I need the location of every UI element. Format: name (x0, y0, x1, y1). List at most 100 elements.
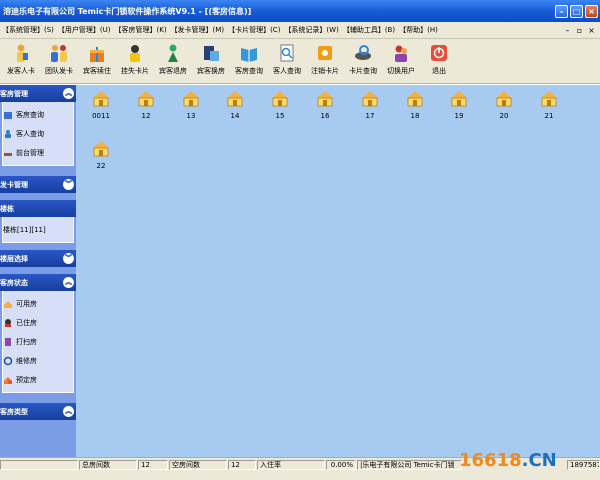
menu-help[interactable]: 【帮助】(H) (397, 25, 440, 35)
chevron-up-icon[interactable]: ︽ (63, 277, 74, 288)
left-panel: 客房管理 ︽ 客房查询 客人查询 前台管理 发卡管理 ︾ 楼栋 楼栋[11][1… (0, 85, 76, 457)
change-room-button[interactable]: 宾客换房 (192, 39, 230, 83)
close-button[interactable]: × (585, 4, 598, 18)
card-query-button[interactable]: 卡片查询 (344, 39, 382, 83)
room-number: 17 (365, 112, 375, 120)
window-title: 溶迪乐电子有限公司 Temic卡门锁软件操作系统V9.1 - [(客房信息)] (3, 6, 252, 16)
mdi-close-button[interactable]: × (587, 26, 596, 35)
change-room-icon (201, 43, 221, 63)
room-tile[interactable]: 14 (218, 88, 252, 128)
occupancy-label: 入住率 (257, 460, 325, 470)
sidebar-item-occupied[interactable]: 已住房 (3, 313, 73, 332)
room-status-section: 客房状态 ︽ 可用房 已住房 打扫房 维修房 预定房 (0, 274, 76, 393)
minimize-button[interactable]: – (555, 4, 568, 18)
room-manage-section: 客房管理 ︽ 客房查询 客人查询 前台管理 (0, 85, 76, 166)
sidebar-item-available[interactable]: 可用房 (3, 294, 73, 313)
reserved-room-icon (4, 376, 12, 384)
room-query-button[interactable]: 客房查询 (230, 39, 268, 83)
available-room-icon (541, 91, 557, 107)
sidebar-item-front-desk[interactable]: 前台管理 (3, 143, 73, 162)
repair-room-icon (3, 356, 13, 365)
switch-user-icon (391, 43, 411, 63)
cancel-card-button[interactable]: 注销卡片 (306, 39, 344, 83)
room-number: 18 (410, 112, 420, 120)
room-manage-header[interactable]: 客房管理 ︽ (0, 85, 76, 102)
sidebar-item-building[interactable]: 楼栋[11][11] (3, 220, 73, 239)
room-tile[interactable]: 12 (129, 88, 163, 128)
cleaning-room-icon (5, 337, 11, 346)
room-number: 0011 (92, 112, 110, 120)
exit-icon (429, 43, 449, 63)
report-lost-button[interactable]: 挂失卡片 (116, 39, 154, 83)
watermark-logo: 16618.CN (459, 450, 557, 471)
guest-query-button[interactable]: 客人查询 (268, 39, 306, 83)
available-room-icon (362, 91, 378, 107)
room-query-icon (4, 111, 12, 119)
menu-room[interactable]: 【客房管理】(K) (113, 25, 169, 35)
room-number: 20 (499, 112, 509, 120)
chevron-up-icon[interactable]: ︽ (63, 88, 74, 99)
sidebar-item-guest-query[interactable]: 客人查询 (3, 124, 73, 143)
card-manage-section: 发卡管理 ︾ (0, 176, 76, 193)
checkout-icon (163, 43, 183, 63)
toolbar: 发客人卡 团队发卡 宾客续住 挂失卡片 宾客退房 宾客换房 客房查询 客人查询 … (0, 39, 600, 84)
available-room-icon (227, 91, 243, 107)
checkout-button[interactable]: 宾客退房 (154, 39, 192, 83)
building-header[interactable]: 楼栋 (0, 200, 76, 217)
menu-system[interactable]: 【系统管理】(S) (0, 25, 56, 35)
room-tile[interactable]: 20 (487, 88, 521, 128)
title-bar: 溶迪乐电子有限公司 Temic卡门锁软件操作系统V9.1 - [(客房信息)] … (0, 0, 600, 22)
menu-tools[interactable]: 【辅助工具】(B) (341, 25, 397, 35)
empty-rooms-value: 12 (228, 460, 256, 470)
available-room-icon (4, 300, 12, 308)
sidebar-item-room-query[interactable]: 客房查询 (3, 105, 73, 124)
chevron-down-icon[interactable]: ︾ (63, 179, 74, 190)
menu-issue-card[interactable]: 【发卡管理】(M) (169, 25, 227, 35)
menu-records[interactable]: 【系统记录】(W) (282, 25, 340, 35)
room-number: 15 (275, 112, 285, 120)
room-number: 12 (141, 112, 151, 120)
card-manage-header[interactable]: 发卡管理 ︾ (0, 176, 76, 193)
person-card-icon (11, 43, 31, 63)
switch-user-button[interactable]: 切换用户 (382, 39, 420, 83)
available-room-icon (496, 91, 512, 107)
company-name: |乐电子有限公司 Temic卡门锁 (357, 460, 462, 470)
empty-rooms-label: 空房间数 (169, 460, 227, 470)
room-tile[interactable]: 21 (532, 88, 566, 128)
room-type-header[interactable]: 客房类型 ︽ (0, 403, 76, 420)
group-card-button[interactable]: 团队发卡 (40, 39, 78, 83)
available-room-icon (451, 91, 467, 107)
room-tile[interactable]: 15 (263, 88, 297, 128)
sidebar-item-repair[interactable]: 维修房 (3, 351, 73, 370)
room-tile[interactable]: 22 (84, 138, 118, 178)
floor-header[interactable]: 楼层选择 ︾ (0, 250, 76, 267)
room-tile[interactable]: 19 (442, 88, 476, 128)
group-card-icon (49, 43, 69, 63)
room-tile[interactable]: 17 (353, 88, 387, 128)
exit-button[interactable]: 退出 (420, 39, 458, 83)
room-status-header[interactable]: 客房状态 ︽ (0, 274, 76, 291)
menu-card[interactable]: 【卡片管理】(C) (226, 25, 282, 35)
room-tile[interactable]: 0011 (84, 88, 118, 128)
total-rooms-label: 总房间数 (79, 460, 137, 470)
report-lost-icon (125, 43, 145, 63)
book-icon (239, 43, 259, 63)
chevron-up-icon[interactable]: ︽ (63, 406, 74, 417)
menu-user[interactable]: 【用户管理】(U) (56, 25, 113, 35)
extend-stay-button[interactable]: 宾客续住 (78, 39, 116, 83)
chevron-down-icon[interactable]: ︾ (63, 253, 74, 264)
sidebar-item-reserved[interactable]: 预定房 (3, 370, 73, 389)
room-tile[interactable]: 18 (398, 88, 432, 128)
mdi-restore-button[interactable]: ▫ (575, 26, 584, 35)
available-room-icon (272, 91, 288, 107)
available-room-icon (138, 91, 154, 107)
issue-guest-card-button[interactable]: 发客人卡 (2, 39, 40, 83)
room-tile[interactable]: 13 (174, 88, 208, 128)
floor-section: 楼层选择 ︾ (0, 250, 76, 267)
status-cell-blank (0, 460, 78, 470)
sidebar-item-cleaning[interactable]: 打扫房 (3, 332, 73, 351)
room-tile[interactable]: 16 (308, 88, 342, 128)
available-room-icon (183, 91, 199, 107)
mdi-minimize-button[interactable]: – (563, 26, 572, 35)
maximize-button[interactable]: □ (570, 4, 583, 18)
